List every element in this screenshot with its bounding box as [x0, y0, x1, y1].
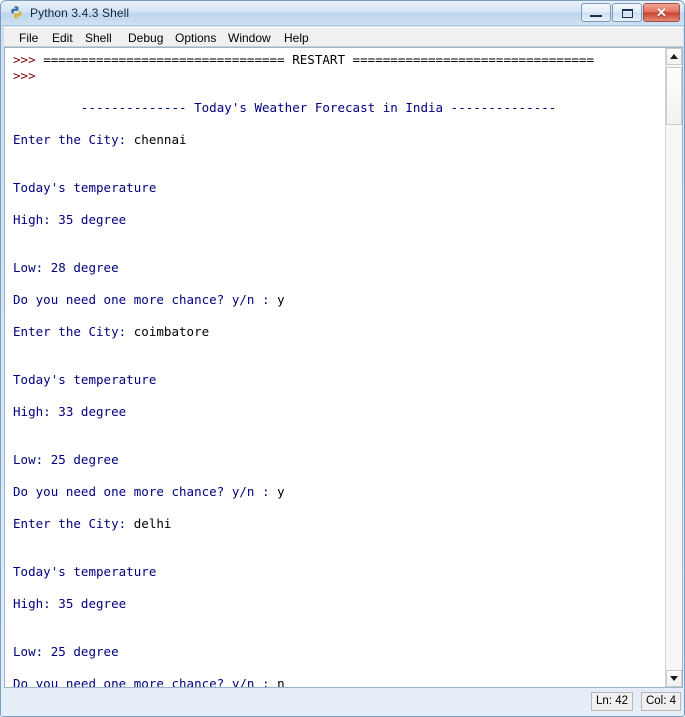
shell-text-segment: -------------- Today's Weather Forecast … — [13, 100, 557, 115]
shell-line: Low: 25 degree — [13, 452, 665, 468]
scrollbar-track[interactable] — [666, 65, 682, 670]
shell-text-segment: High: 35 degree — [13, 212, 127, 227]
shell-line: Low: 28 degree — [13, 260, 665, 276]
shell-line: Do you need one more chance? y/n : y — [13, 484, 665, 500]
shell-text-segment: Enter the City: — [13, 324, 134, 339]
minimize-icon — [590, 15, 602, 17]
shell-text-segment: Low: 28 degree — [13, 260, 119, 275]
shell-line: Enter the City: delhi — [13, 516, 665, 532]
vertical-scrollbar[interactable] — [665, 48, 682, 687]
shell-line: Today's temperature — [13, 180, 665, 196]
shell-text-segment: y — [277, 484, 285, 499]
shell-text-segment: Today's temperature — [13, 564, 157, 579]
shell-text-segment: coimbatore — [133, 324, 210, 339]
shell-text-frame: >>> ================================ RES… — [4, 47, 683, 688]
shell-text-segment: n — [277, 676, 285, 687]
shell-text-segment: Low: 25 degree — [13, 644, 119, 659]
shell-text-segment: delhi — [133, 516, 172, 531]
status-line-number: Ln: 42 — [591, 692, 633, 711]
shell-line: High: 33 degree — [13, 404, 665, 420]
shell-line: High: 35 degree — [13, 596, 665, 612]
shell-line: Today's temperature — [13, 372, 665, 388]
shell-line: Low: 25 degree — [13, 644, 665, 660]
status-bar: Ln: 42 Col: 4 — [4, 691, 683, 713]
menu-item-file[interactable]: File — [14, 30, 43, 46]
shell-line: Do you need one more chance? y/n : y — [13, 292, 665, 308]
minimize-button[interactable] — [581, 3, 611, 22]
idle-shell-window: Python 3.4.3 Shell ✕ File Edit Shell Debug O… — [0, 0, 685, 717]
shell-line: >>> — [13, 68, 665, 84]
shell-line: High: 35 degree — [13, 212, 665, 228]
shell-text-segment: y — [277, 292, 285, 307]
menu-item-shell[interactable]: Shell — [80, 30, 117, 46]
menu-item-help[interactable]: Help — [279, 30, 314, 46]
menu-item-debug[interactable]: Debug — [123, 30, 168, 46]
shell-text-segment: Today's temperature — [13, 180, 157, 195]
python-logo-icon — [8, 5, 25, 22]
shell-text-segment: Do you need one more chance? y/n : — [13, 676, 278, 687]
shell-text-segment: Low: 25 degree — [13, 452, 119, 467]
shell-text-segment: Do you need one more chance? y/n : — [13, 484, 278, 499]
scroll-down-button[interactable] — [666, 670, 682, 687]
shell-text-segment: High: 33 degree — [13, 404, 127, 419]
menu-item-edit[interactable]: Edit — [47, 30, 78, 46]
shell-text-segment: >>> — [13, 68, 44, 83]
maximize-button[interactable] — [612, 3, 642, 22]
status-column-number: Col: 4 — [640, 692, 681, 711]
shell-text-segment: Today's temperature — [13, 372, 157, 387]
shell-line: >>> ================================ RES… — [13, 52, 665, 68]
shell-text-segment: Enter the City: — [13, 516, 134, 531]
shell-text-segment: >>> — [13, 52, 44, 67]
shell-line: Enter the City: coimbatore — [13, 324, 665, 340]
shell-text-segment: Do you need one more chance? y/n : — [13, 292, 278, 307]
title-bar[interactable]: Python 3.4.3 Shell ✕ — [1, 1, 684, 26]
scroll-up-button[interactable] — [666, 48, 682, 65]
shell-output-area[interactable]: >>> ================================ RES… — [5, 48, 665, 687]
shell-line: -------------- Today's Weather Forecast … — [13, 100, 665, 116]
shell-line: Enter the City: chennai — [13, 132, 665, 148]
close-button[interactable]: ✕ — [643, 3, 680, 22]
scrollbar-thumb[interactable] — [666, 67, 682, 125]
shell-text-segment: Enter the City: — [13, 132, 134, 147]
close-icon: ✕ — [656, 5, 667, 20]
shell-text-segment: chennai — [133, 132, 187, 147]
menu-item-window[interactable]: Window — [223, 30, 276, 46]
shell-text-segment: High: 35 degree — [13, 596, 127, 611]
shell-text-segment: ================================ RESTART… — [43, 52, 595, 67]
chevron-up-icon — [670, 54, 678, 59]
window-title: Python 3.4.3 Shell — [30, 6, 130, 20]
menu-bar: File Edit Shell Debug Options Window Help — [4, 27, 683, 47]
chevron-down-icon — [670, 676, 678, 681]
menu-item-options[interactable]: Options — [170, 30, 221, 46]
shell-line: Today's temperature — [13, 564, 665, 580]
maximize-icon — [622, 9, 633, 18]
shell-line: Do you need one more chance? y/n : n — [13, 676, 665, 687]
